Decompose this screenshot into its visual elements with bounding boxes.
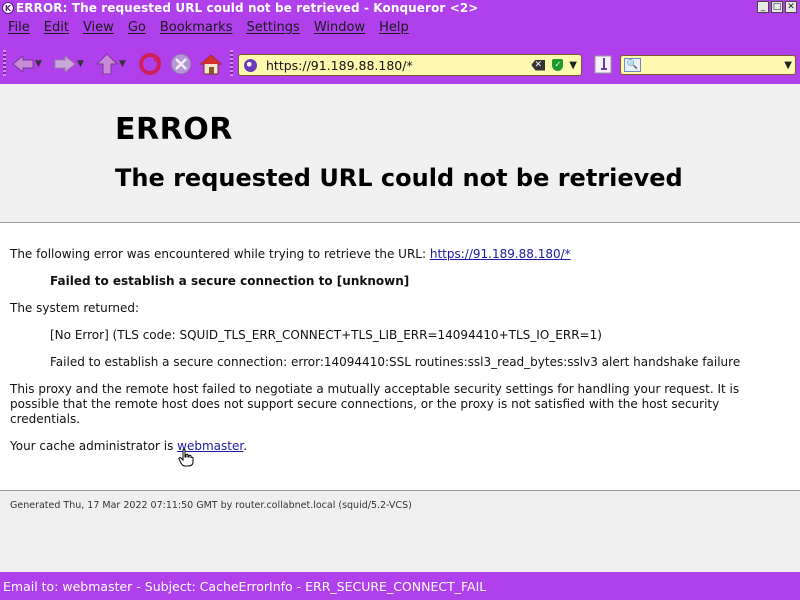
security-shield-icon[interactable]: ✓ bbox=[552, 59, 564, 71]
explanation-paragraph: This proxy and the remote host failed to… bbox=[10, 382, 740, 426]
up-arrow-icon bbox=[96, 53, 118, 75]
toolbar-handle[interactable] bbox=[3, 50, 6, 76]
menu-bar: File Edit View Go Bookmarks Settings Win… bbox=[0, 16, 800, 38]
location-toolbar-handle[interactable] bbox=[230, 50, 233, 76]
close-button[interactable]: ✕ bbox=[785, 1, 797, 13]
browser-window: K ERROR: The requested URL could not be … bbox=[0, 0, 800, 600]
status-bar: Email to: webmaster - Subject: CacheErro… bbox=[0, 572, 800, 600]
error-heading: ERROR bbox=[115, 112, 233, 147]
error-subheading: The requested URL could not be retrieved bbox=[115, 164, 683, 192]
status-text: Email to: webmaster - Subject: CacheErro… bbox=[3, 578, 487, 594]
requested-url-link[interactable]: https://91.189.88.180/* bbox=[430, 247, 571, 261]
menu-edit[interactable]: Edit bbox=[44, 20, 69, 35]
forward-history-dropdown-icon[interactable]: ▼ bbox=[77, 59, 84, 69]
url-history-dropdown-icon[interactable]: ▼ bbox=[569, 60, 577, 71]
konqueror-app-icon[interactable]: K bbox=[2, 2, 14, 14]
stop-button[interactable] bbox=[170, 52, 192, 76]
menu-settings[interactable]: Settings bbox=[246, 20, 299, 35]
hand-pointer-icon bbox=[178, 449, 194, 467]
search-bar[interactable]: 🔍 ▼ bbox=[620, 55, 796, 75]
stop-icon bbox=[170, 53, 192, 75]
menu-help[interactable]: Help bbox=[379, 20, 409, 35]
url-input[interactable]: https://91.189.88.180/* bbox=[266, 58, 531, 73]
system-detail-line2: Failed to establish a secure connection:… bbox=[50, 355, 741, 369]
forward-button[interactable]: ▼ bbox=[54, 52, 84, 76]
menu-window[interactable]: Window bbox=[314, 20, 365, 35]
intro-paragraph: The following error was encountered whil… bbox=[10, 247, 571, 261]
up-button[interactable]: ▼ bbox=[96, 52, 126, 76]
clear-url-icon[interactable]: ✕ bbox=[531, 59, 546, 71]
menu-bookmarks[interactable]: Bookmarks bbox=[160, 20, 233, 35]
text-cursor-icon bbox=[594, 55, 612, 74]
back-history-dropdown-icon[interactable]: ▼ bbox=[35, 59, 42, 69]
page-content: ERROR The requested URL could not be ret… bbox=[0, 84, 800, 572]
search-engine-icon[interactable]: 🔍 bbox=[624, 58, 641, 72]
minimize-button[interactable]: _ bbox=[757, 1, 769, 13]
admin-suffix: . bbox=[243, 439, 248, 453]
window-controls: _ □ ✕ bbox=[757, 1, 797, 13]
reload-button[interactable] bbox=[138, 52, 162, 76]
error-body: The following error was encountered whil… bbox=[0, 223, 800, 491]
clear-location-button[interactable] bbox=[594, 52, 612, 76]
menu-go[interactable]: Go bbox=[128, 20, 146, 35]
error-header: ERROR The requested URL could not be ret… bbox=[0, 84, 800, 223]
maximize-button[interactable]: □ bbox=[771, 1, 783, 13]
generated-footer: Generated Thu, 17 Mar 2022 07:11:50 GMT … bbox=[10, 500, 412, 511]
back-arrow-icon bbox=[12, 54, 34, 74]
location-bar[interactable]: https://91.189.88.180/* ✕ ✓ ▼ bbox=[238, 54, 582, 76]
admin-paragraph: Your cache administrator is webmaster. bbox=[10, 439, 247, 453]
system-detail-line1: [No Error] (TLS code: SQUID_TLS_ERR_CONN… bbox=[50, 328, 602, 342]
reload-icon bbox=[139, 53, 161, 75]
up-dropdown-icon[interactable]: ▼ bbox=[119, 59, 126, 69]
forward-arrow-icon bbox=[54, 54, 76, 74]
title-bar: K ERROR: The requested URL could not be … bbox=[0, 0, 800, 16]
menu-view[interactable]: View bbox=[83, 20, 114, 35]
admin-prefix: Your cache administrator is bbox=[10, 439, 174, 453]
window-title: ERROR: The requested URL could not be re… bbox=[16, 1, 479, 15]
error-message: Failed to establish a secure connection … bbox=[50, 274, 410, 288]
site-favicon-icon bbox=[244, 58, 257, 72]
menu-file[interactable]: File bbox=[8, 20, 30, 35]
home-icon bbox=[200, 54, 222, 75]
intro-text: The following error was encountered whil… bbox=[10, 247, 427, 261]
system-returned-label: The system returned: bbox=[10, 301, 140, 315]
search-dropdown-icon[interactable]: ▼ bbox=[784, 60, 792, 71]
home-button[interactable] bbox=[200, 52, 222, 76]
back-button[interactable]: ▼ bbox=[12, 52, 42, 76]
